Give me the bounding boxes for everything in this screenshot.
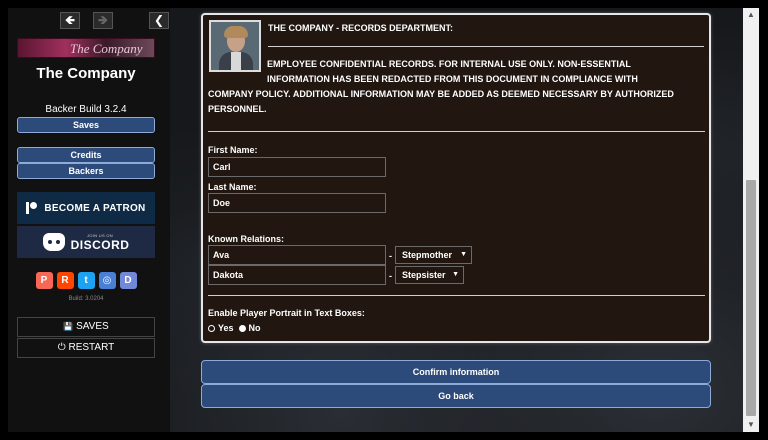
no-radio[interactable] <box>238 324 246 332</box>
no-label: No <box>248 323 261 333</box>
relations-label: Known Relations: <box>208 234 284 244</box>
menu-saves-button[interactable]: 💾 SAVES <box>17 317 155 337</box>
reddit-icon[interactable]: R <box>56 272 74 289</box>
history-forward-button[interactable]: 🡺 <box>93 12 113 29</box>
chevron-down-icon: ▼ <box>452 271 459 278</box>
confirm-information-button[interactable]: Confirm information <box>201 360 711 384</box>
last-name-label: Last Name: <box>208 182 257 192</box>
patreon-label: BECOME A PATRON <box>44 202 146 214</box>
chevron-down-icon: ▼ <box>460 251 467 258</box>
portrait-option-group: Yes No <box>208 323 261 333</box>
patreon-button[interactable]: BECOME A PATRON <box>17 192 155 224</box>
patreon-icon <box>26 202 38 214</box>
discord-label: DISCORD <box>70 237 130 252</box>
history-back-button[interactable]: 🡸 <box>60 12 80 29</box>
records-panel: THE COMPANY - RECORDS DEPARTMENT: EMPLOY… <box>201 13 711 343</box>
build-label: Backer Build 3.2.4 <box>45 104 127 115</box>
records-title: THE COMPANY - RECORDS DEPARTMENT: <box>268 23 454 33</box>
records-notice: EMPLOYEE CONFIDENTIAL RECORDS. FOR INTER… <box>208 59 674 114</box>
first-name-field[interactable]: Carl <box>208 157 386 177</box>
menu-saves-label: SAVES <box>76 321 109 332</box>
relation-type-select[interactable]: Stepsister ▼ <box>395 266 464 284</box>
relation-name-field[interactable]: Dakota <box>208 265 386 285</box>
save-icon: 💾 <box>63 322 74 331</box>
scrollbar[interactable]: ▲ ▼ <box>743 8 759 432</box>
portrait-option-label: Enable Player Portrait in Text Boxes: <box>208 308 365 318</box>
power-icon: ⏻ <box>57 342 66 353</box>
scroll-down-icon[interactable]: ▼ <box>743 418 759 432</box>
build-number: Build: 3.0204 <box>68 296 104 302</box>
go-back-button[interactable]: Go back <box>201 384 711 408</box>
scroll-up-icon[interactable]: ▲ <box>743 8 759 22</box>
credits-button[interactable]: Credits <box>17 147 155 163</box>
first-name-label: First Name: <box>208 145 258 155</box>
menu-restart-label: RESTART <box>68 342 115 353</box>
discord-button[interactable]: JOIN US ON DISCORD <box>17 226 155 258</box>
yes-radio[interactable] <box>208 324 215 332</box>
game-window: 🡸 🡺 ❮ The Company The Company Backer Bui… <box>0 0 768 440</box>
story-title: The Company <box>36 65 136 82</box>
divider <box>208 131 705 132</box>
last-name-field[interactable]: Doe <box>208 193 386 213</box>
relation-type-select[interactable]: Stepmother ▼ <box>395 246 472 264</box>
menu-restart-button[interactable]: ⏻ RESTART <box>17 338 155 358</box>
divider <box>208 295 705 296</box>
banner-text: The Company <box>70 41 143 56</box>
backers-button[interactable]: Backers <box>17 163 155 179</box>
patreon-social-icon[interactable]: P <box>35 272 53 289</box>
divider <box>268 46 704 47</box>
game-banner: The Company <box>17 38 155 58</box>
saves-button[interactable]: Saves <box>17 117 155 133</box>
arrow-right-icon: 🡺 <box>98 13 108 27</box>
chevron-left-icon: ❮ <box>153 13 165 27</box>
sidebar-collapse-button[interactable]: ❮ <box>149 12 169 29</box>
website-icon[interactable]: ◎ <box>98 272 116 289</box>
relation-name-field[interactable]: Ava <box>208 245 386 265</box>
yes-label: Yes <box>218 323 234 333</box>
social-links: P R t ◎ D <box>8 272 164 289</box>
sidebar: 🡸 🡺 ❮ The Company The Company Backer Bui… <box>8 8 170 432</box>
discord-social-icon[interactable]: D <box>119 272 137 289</box>
twitter-icon[interactable]: t <box>77 272 95 289</box>
discord-icon <box>42 233 65 251</box>
arrow-left-icon: 🡸 <box>65 13 75 27</box>
scrollbar-thumb[interactable] <box>746 180 756 416</box>
